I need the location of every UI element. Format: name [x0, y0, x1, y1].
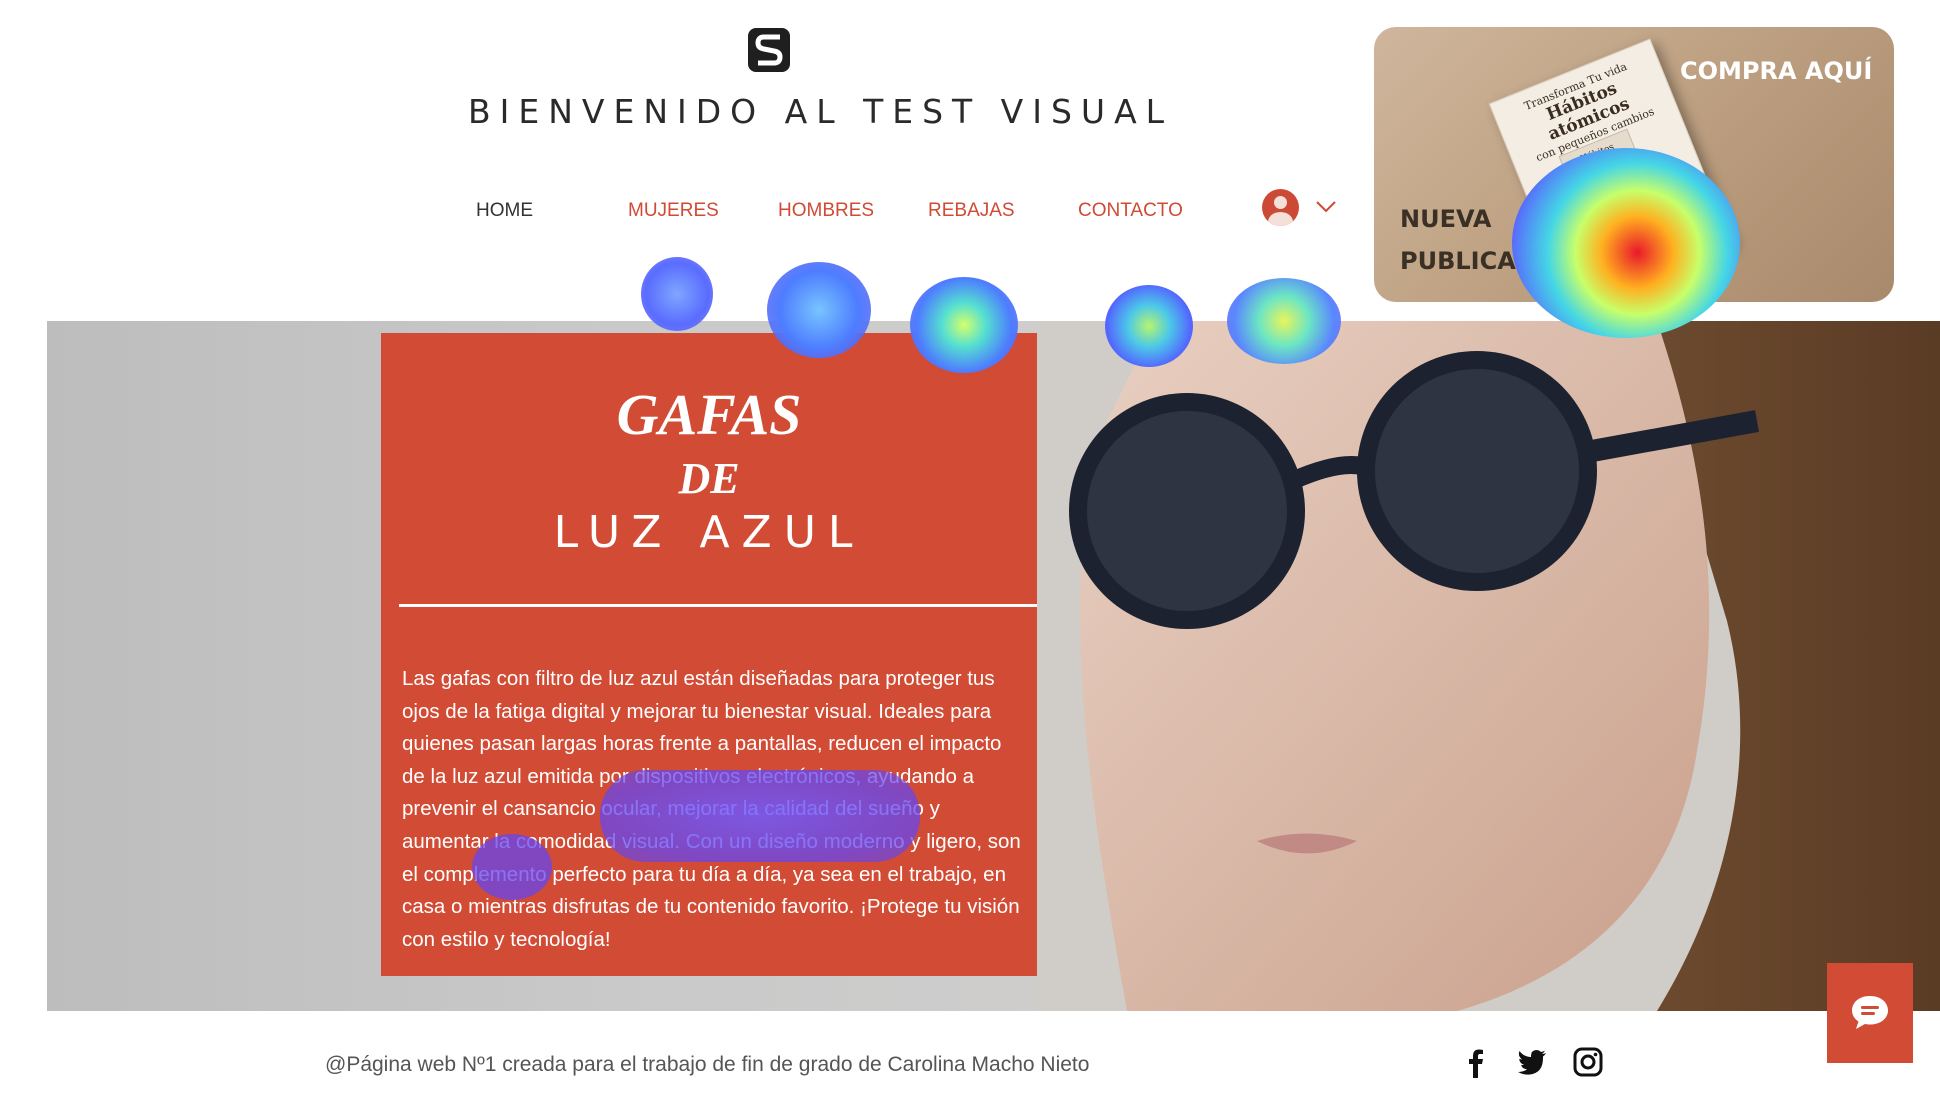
divider	[399, 604, 1037, 607]
product-description: Las gafas con filtro de luz azul están d…	[402, 667, 1021, 951]
chat-button[interactable]	[1827, 963, 1913, 1063]
promo-label: PUBLICACIÓN	[1400, 247, 1583, 275]
site-logo[interactable]	[748, 28, 790, 72]
twitter-icon[interactable]	[1516, 1046, 1548, 1078]
nav-hombres[interactable]: HOMBRES	[778, 200, 874, 222]
nav-rebajas[interactable]: REBAJAS	[928, 200, 1015, 222]
s-logo-icon	[755, 34, 783, 66]
promo-banner[interactable]: Transforma Tu vida Hábitos atómicos con …	[1374, 27, 1894, 302]
model-sunglasses-image	[1037, 321, 1940, 1011]
card-title: DE	[678, 454, 740, 503]
footer-credit: @Página web Nº1 creada para el trabajo d…	[325, 1053, 1090, 1076]
nav-home[interactable]: HOME	[476, 200, 533, 222]
promo-label: NUEVA	[1400, 205, 1492, 233]
facebook-icon[interactable]	[1460, 1046, 1492, 1078]
heatmap-blob	[641, 257, 713, 331]
site-title: BIENVENIDO AL TEST VISUAL	[468, 92, 1174, 131]
chevron-down-icon	[1316, 201, 1336, 213]
nav-mujeres[interactable]: MUJERES	[628, 200, 719, 222]
hero-section: GAFAS DE LUZ AZUL Las gafas con filtro d…	[47, 321, 1940, 1011]
chat-bubble-icon	[1852, 996, 1888, 1029]
product-card: GAFAS DE LUZ AZUL Las gafas con filtro d…	[381, 333, 1037, 976]
promo-cta[interactable]: COMPRA AQUÍ	[1680, 57, 1872, 85]
user-avatar-icon	[1262, 188, 1299, 226]
nav-contacto[interactable]: CONTACTO	[1078, 200, 1183, 222]
card-title: LUZ AZUL	[553, 507, 865, 558]
instagram-icon[interactable]	[1572, 1046, 1604, 1078]
card-title: GAFAS	[616, 382, 802, 447]
account-menu[interactable]	[1262, 186, 1342, 228]
